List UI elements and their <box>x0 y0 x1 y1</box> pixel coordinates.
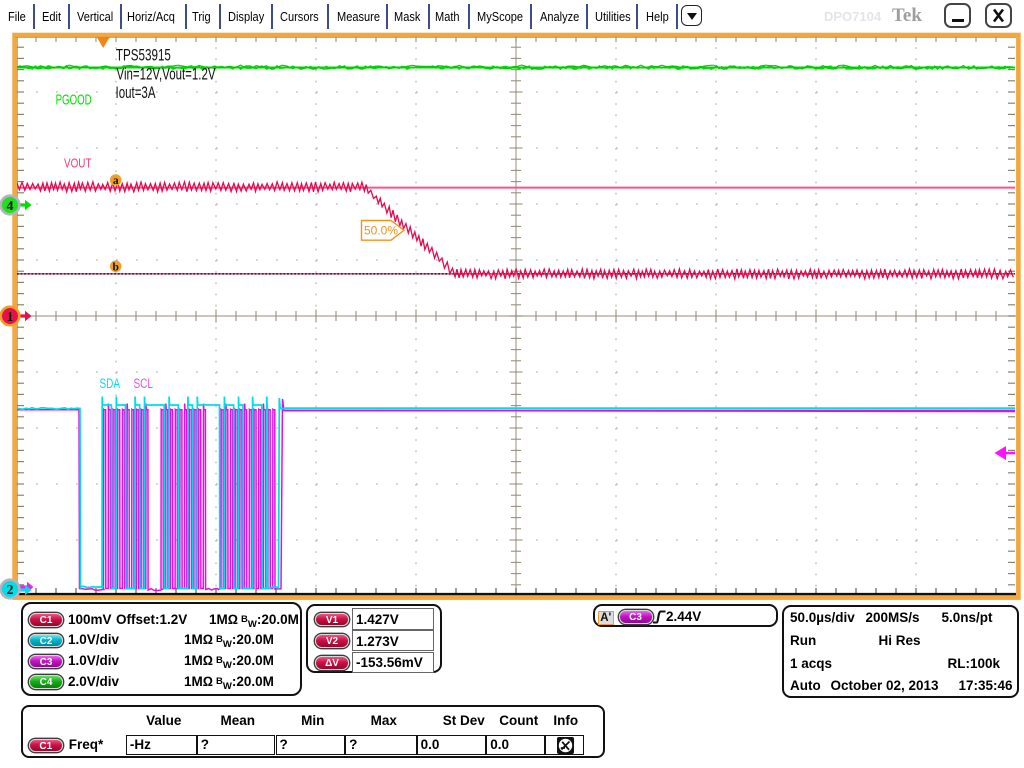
svg-text:2: 2 <box>7 583 14 598</box>
svg-text:b: b <box>112 261 118 273</box>
svg-text:TPS53915: TPS53915 <box>116 47 171 65</box>
svg-text:PGOOD: PGOOD <box>56 92 92 108</box>
svg-text:VOUT: VOUT <box>64 156 92 171</box>
svg-text:50.0%: 50.0% <box>364 224 398 238</box>
svg-text:1: 1 <box>7 310 14 325</box>
svg-text:4: 4 <box>7 199 14 214</box>
svg-text:a: a <box>113 175 119 187</box>
svg-text:SCL: SCL <box>134 376 154 391</box>
svg-text:SDA: SDA <box>100 376 121 391</box>
svg-text:Vin=12V,Vout=1.2V: Vin=12V,Vout=1.2V <box>117 66 216 84</box>
svg-text:Iout=3A: Iout=3A <box>116 84 156 102</box>
